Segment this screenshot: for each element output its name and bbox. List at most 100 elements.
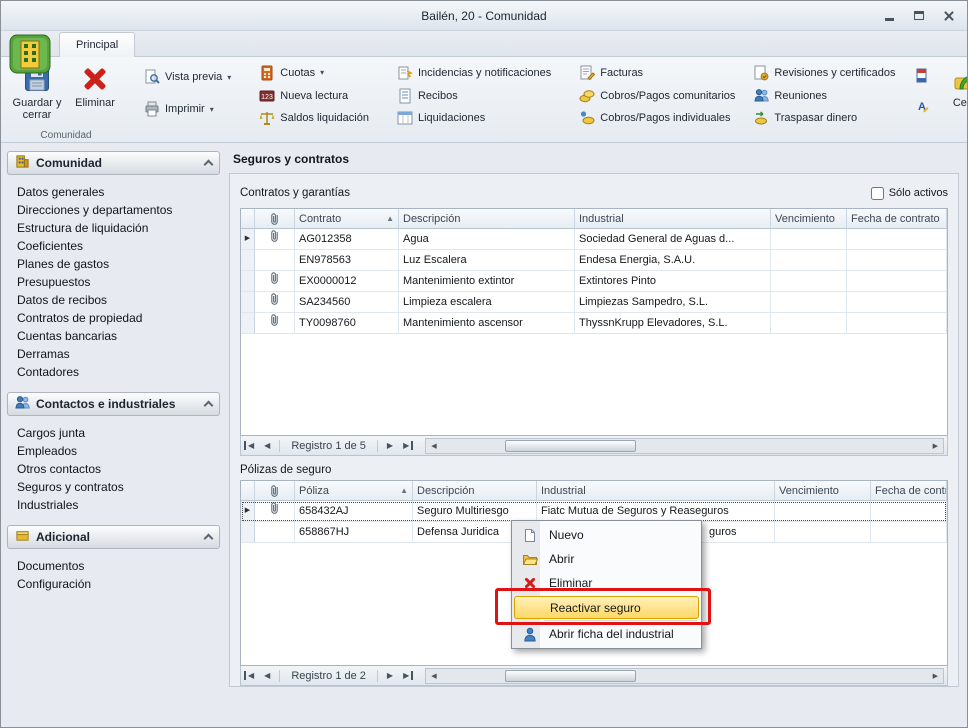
scrollbar-thumb[interactable]	[505, 440, 636, 452]
new-document-icon	[520, 528, 539, 543]
scrollbar-thumb[interactable]	[505, 670, 636, 682]
reuniones-button[interactable]: Reuniones	[748, 86, 900, 106]
sidebar-item-empleados[interactable]: Empleados	[17, 442, 220, 460]
section-header-adicional[interactable]: Adicional	[7, 525, 220, 549]
sidebar-item-industriales[interactable]: Industriales	[17, 496, 220, 514]
context-menu: Nuevo Abrir Eliminar Reactivar seguro	[511, 520, 702, 649]
nav-prev-button[interactable]: ◀	[260, 671, 274, 680]
close-window-button[interactable]	[939, 7, 959, 24]
cobros-comunitarios-button[interactable]: Cobros/Pagos comunitarios	[574, 86, 740, 106]
table-row[interactable]: SA234560 Limpieza escalera Limpiezas Sam…	[241, 292, 947, 313]
sidebar-item-documentos[interactable]: Documentos	[17, 557, 220, 575]
sidebar-item-presupuestos[interactable]: Presupuestos	[17, 273, 220, 291]
delete-button[interactable]: Eliminar	[67, 61, 123, 128]
sidebar-item-contratos-propiedad[interactable]: Contratos de propiedad	[17, 309, 220, 327]
sidebar-item-cargos-junta[interactable]: Cargos junta	[17, 424, 220, 442]
table-row[interactable]: EX0000012 Mantenimiento extintor Extinto…	[241, 271, 947, 292]
scroll-right-button[interactable]: ▶	[928, 442, 943, 450]
attachment-icon	[269, 271, 280, 292]
menu-item-abrir[interactable]: Abrir	[514, 547, 699, 571]
sidebar-item-contadores[interactable]: Contadores	[17, 363, 220, 381]
nav-first-button[interactable]: ◀	[244, 671, 258, 680]
minimize-button[interactable]	[879, 7, 899, 24]
section-header-contactos[interactable]: Contactos e industriales	[7, 392, 220, 416]
open-folder-icon	[520, 552, 539, 566]
printer-icon	[144, 101, 160, 117]
sidebar-item-derramas[interactable]: Derramas	[17, 345, 220, 363]
print-button[interactable]: Imprimir ▾	[139, 99, 236, 119]
menu-item-abrir-ficha-industrial[interactable]: Abrir ficha del industrial	[514, 622, 699, 646]
scroll-left-button[interactable]: ◀	[426, 672, 441, 680]
column-header-descripcion[interactable]: Descripción	[413, 481, 537, 501]
column-header-poliza[interactable]: Póliza ▲	[295, 481, 413, 501]
cuotas-button[interactable]: Cuotas ▾	[254, 63, 374, 83]
nav-last-button[interactable]: ▶	[399, 671, 413, 680]
sidebar-item-configuracion[interactable]: Configuración	[17, 575, 220, 593]
horizontal-scrollbar[interactable]: ◀ ▶	[425, 668, 944, 684]
menu-item-eliminar[interactable]: Eliminar	[514, 571, 699, 595]
column-header-industrial[interactable]: Industrial	[537, 481, 775, 501]
scroll-left-button[interactable]: ◀	[426, 442, 441, 450]
close-button[interactable]: Cerrar	[940, 61, 968, 128]
liquidaciones-button[interactable]: Liquidaciones	[392, 108, 556, 128]
export-doc-button[interactable]	[908, 65, 934, 85]
nav-next-button[interactable]: ▶	[383, 441, 397, 450]
solo-activos-checkbox-input[interactable]	[871, 187, 884, 200]
close-icon	[943, 10, 955, 22]
saldos-liquidacion-button[interactable]: Saldos liquidación	[254, 108, 374, 128]
facturas-button[interactable]: Facturas	[574, 63, 740, 83]
cobros-individuales-button[interactable]: Cobros/Pagos individuales	[574, 108, 740, 128]
sort-ascending-icon: ▲	[400, 481, 408, 501]
sidebar-item-datos-generales[interactable]: Datos generales	[17, 183, 220, 201]
column-header-vencimiento[interactable]: Vencimiento	[771, 209, 847, 229]
preview-button[interactable]: Vista previa ▾	[139, 67, 236, 87]
scrollbar-track[interactable]	[442, 669, 928, 683]
attachment-column-header[interactable]	[255, 209, 295, 229]
sidebar-item-datos-recibos[interactable]: Datos de recibos	[17, 291, 220, 309]
nueva-lectura-button[interactable]: 123 Nueva lectura	[254, 86, 374, 106]
scrollbar-track[interactable]	[442, 439, 928, 453]
menu-item-reactivar-seguro[interactable]: Reactivar seguro	[514, 596, 699, 619]
nav-next-button[interactable]: ▶	[383, 671, 397, 680]
table-row[interactable]: EN978563 Luz Escalera Endesa Energia, S.…	[241, 250, 947, 271]
table-row[interactable]: ▶ AG012358 Agua Sociedad General de Agua…	[241, 229, 947, 250]
tab-principal[interactable]: Principal	[59, 32, 135, 57]
sidebar-item-planes-gastos[interactable]: Planes de gastos	[17, 255, 220, 273]
sidebar-item-coeficientes[interactable]: Coeficientes	[17, 237, 220, 255]
nav-prev-button[interactable]: ◀	[260, 441, 274, 450]
incidencias-button[interactable]: Incidencias y notificaciones	[392, 63, 556, 83]
horizontal-scrollbar[interactable]: ◀ ▶	[425, 438, 944, 454]
row-indicator-header[interactable]	[241, 481, 255, 501]
table-row-selected[interactable]: ▶ 658432AJ Seguro Multiriesgo Fiatc Mutu…	[241, 501, 947, 522]
menu-item-nuevo[interactable]: Nuevo	[514, 523, 699, 547]
table-row[interactable]: TY0098760 Mantenimiento ascensor ThyssnK…	[241, 313, 947, 334]
column-header-contrato[interactable]: Contrato ▲	[295, 209, 399, 229]
table-empty-area	[241, 334, 947, 435]
sidebar-item-estructura-liquidacion[interactable]: Estructura de liquidación	[17, 219, 220, 237]
column-header-vencimiento[interactable]: Vencimiento	[775, 481, 871, 501]
nav-first-button[interactable]: ◀	[244, 441, 258, 450]
delete-x-icon	[520, 576, 539, 590]
column-header-descripcion[interactable]: Descripción	[399, 209, 575, 229]
coins-person-icon	[579, 110, 595, 126]
sidebar-item-direcciones[interactable]: Direcciones y departamentos	[17, 201, 220, 219]
column-header-fecha-contrato[interactable]: Fecha de contrato	[847, 209, 947, 229]
application-icon[interactable]	[9, 34, 51, 79]
section-header-comunidad[interactable]: Comunidad	[7, 151, 220, 175]
maximize-button[interactable]	[909, 7, 929, 24]
edit-letter-button[interactable]: A	[908, 95, 934, 115]
recibos-button[interactable]: Recibos	[392, 86, 556, 106]
column-header-industrial[interactable]: Industrial	[575, 209, 771, 229]
sidebar-item-seguros-contratos[interactable]: Seguros y contratos	[17, 478, 220, 496]
scroll-right-button[interactable]: ▶	[928, 672, 943, 680]
app-window: Bailén, 20 - Comunidad Principal	[0, 0, 968, 728]
row-indicator-header[interactable]	[241, 209, 255, 229]
traspasar-dinero-button[interactable]: Traspasar dinero	[748, 108, 900, 128]
attachment-column-header[interactable]	[255, 481, 295, 501]
solo-activos-checkbox[interactable]: Sólo activos	[871, 187, 948, 200]
revisiones-button[interactable]: Revisiones y certificados	[748, 63, 900, 83]
column-header-fecha-contrato[interactable]: Fecha de contrato	[871, 481, 947, 501]
nav-last-button[interactable]: ▶	[399, 441, 413, 450]
sidebar-item-cuentas-bancarias[interactable]: Cuentas bancarias	[17, 327, 220, 345]
sidebar-item-otros-contactos[interactable]: Otros contactos	[17, 460, 220, 478]
